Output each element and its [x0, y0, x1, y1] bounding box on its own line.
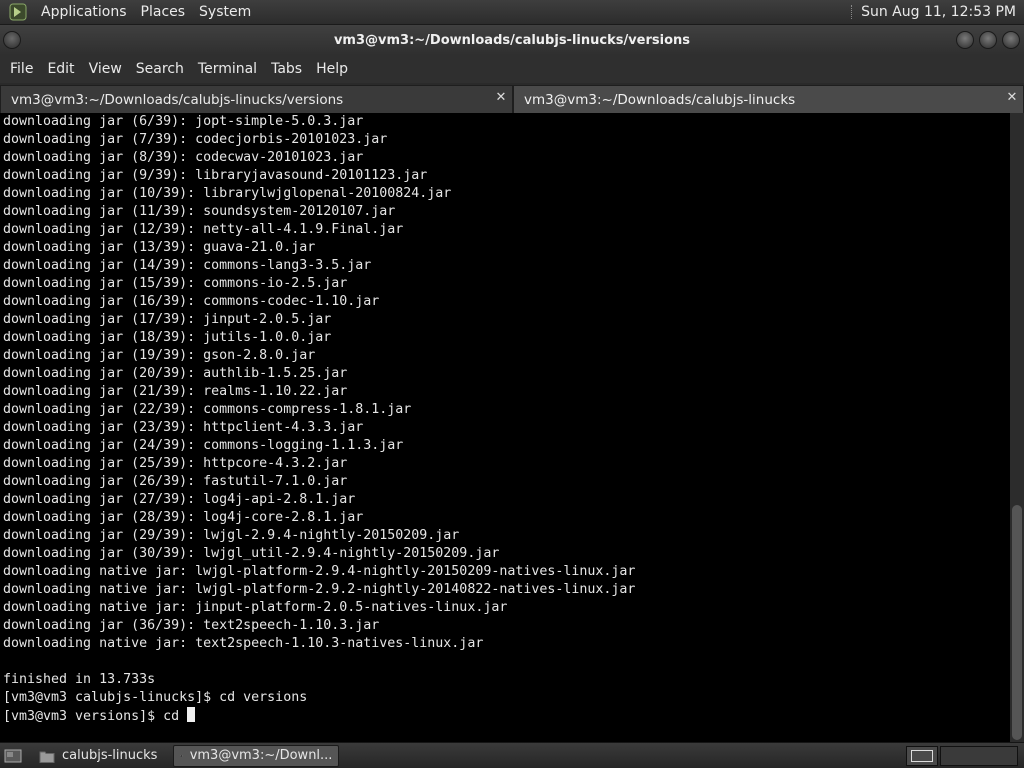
menu-tabs[interactable]: Tabs: [264, 55, 309, 83]
menu-view[interactable]: View: [82, 55, 129, 83]
terminal-line: downloading jar (17/39): jinput-2.0.5.ja…: [3, 312, 332, 327]
terminal-line: downloading jar (9/39): libraryjavasound…: [3, 168, 428, 183]
menu-file[interactable]: File: [3, 55, 40, 83]
top-panel: Applications Places System Sun Aug 11, 1…: [0, 0, 1024, 25]
terminal-cursor: [187, 707, 196, 722]
menu-help[interactable]: Help: [309, 55, 355, 83]
terminal-line: downloading jar (11/39): soundsystem-201…: [3, 204, 396, 219]
window-title: vm3@vm3:~/Downloads/calubjs-linucks/vers…: [333, 32, 691, 48]
menubar: File Edit View Search Terminal Tabs Help: [0, 55, 1024, 83]
workspace-switcher-2[interactable]: [940, 746, 1018, 766]
terminal-line: downloading native jar: text2speech-1.10…: [3, 636, 484, 651]
places-menu[interactable]: Places: [134, 0, 193, 25]
terminal-line: downloading jar (23/39): httpclient-4.3.…: [3, 420, 364, 435]
panel-separator: [851, 5, 857, 19]
tab-close-icon[interactable]: ✕: [1005, 91, 1019, 105]
terminal-line: downloading jar (25/39): httpcore-4.3.2.…: [3, 456, 348, 471]
window-titlebar[interactable]: vm3@vm3:~/Downloads/calubjs-linucks/vers…: [0, 25, 1024, 55]
taskbar-item-folder[interactable]: calubjs-linucks: [33, 745, 163, 767]
maximize-button[interactable]: [979, 31, 997, 49]
menu-search[interactable]: Search: [129, 55, 191, 83]
terminal-line: downloading jar (18/39): jutils-1.0.0.ja…: [3, 330, 332, 345]
terminal-prompt: [vm3@vm3 versions]$ cd: [3, 709, 188, 724]
terminal-line: downloading jar (36/39): text2speech-1.1…: [3, 618, 380, 633]
close-window-button[interactable]: [1002, 31, 1020, 49]
terminal-line: downloading jar (20/39): authlib-1.5.25.…: [3, 366, 348, 381]
system-menu[interactable]: System: [192, 0, 258, 25]
workspace-window-preview: [911, 750, 933, 762]
terminal-line: downloading jar (10/39): librarylwjglope…: [3, 186, 452, 201]
terminal-line: finished in 13.733s: [3, 672, 156, 687]
workspace-switcher-1[interactable]: [906, 746, 938, 766]
tab-label: vm3@vm3:~/Downloads/calubjs-linucks: [524, 91, 796, 108]
terminal-line: downloading jar (6/39): jopt-simple-5.0.…: [3, 114, 364, 129]
terminal-line: downloading jar (22/39): commons-compres…: [3, 402, 412, 417]
tab-label: vm3@vm3:~/Downloads/calubjs-linucks/vers…: [11, 91, 344, 108]
taskbar-label: calubjs-linucks: [62, 748, 158, 763]
terminal-line: downloading jar (8/39): codecwav-2010102…: [3, 150, 364, 165]
taskbar-item-terminal[interactable]: vm3@vm3:~/Downl...: [173, 744, 340, 767]
bottom-panel: calubjs-linucks vm3@vm3:~/Downl...: [0, 742, 1024, 768]
terminal-line: downloading native jar: lwjgl-platform-2…: [3, 582, 636, 597]
terminal-line: downloading native jar: jinput-platform-…: [3, 600, 508, 615]
terminal-line: downloading jar (14/39): commons-lang3-3…: [3, 258, 372, 273]
terminal-line: [vm3@vm3 calubjs-linucks]$ cd versions: [3, 690, 308, 705]
terminal-line: downloading jar (21/39): realms-1.10.22.…: [3, 384, 348, 399]
tab-versions[interactable]: vm3@vm3:~/Downloads/calubjs-linucks/vers…: [0, 85, 513, 113]
taskbar-label: vm3@vm3:~/Downl...: [189, 748, 333, 763]
terminal-output[interactable]: downloading jar (6/39): jopt-simple-5.0.…: [0, 113, 1010, 742]
terminal-line: downloading jar (30/39): lwjgl_util-2.9.…: [3, 546, 500, 561]
terminal-line: downloading jar (28/39): log4j-core-2.8.…: [3, 510, 364, 525]
terminal-prompt-line[interactable]: [vm3@vm3 versions]$ cd: [0, 707, 1010, 725]
terminal-line: downloading jar (29/39): lwjgl-2.9.4-nig…: [3, 528, 460, 543]
terminal-line: downloading native jar: lwjgl-platform-2…: [3, 564, 636, 579]
terminal-line: downloading jar (16/39): commons-codec-1…: [3, 294, 380, 309]
terminal-line: downloading jar (26/39): fastutil-7.1.0.…: [3, 474, 348, 489]
applications-menu[interactable]: Applications: [34, 0, 134, 25]
menu-terminal[interactable]: Terminal: [191, 55, 264, 83]
panel-clock[interactable]: Sun Aug 11, 12:53 PM: [861, 4, 1024, 20]
terminal-line: downloading jar (19/39): gson-2.8.0.jar: [3, 348, 316, 363]
menu-edit[interactable]: Edit: [40, 55, 81, 83]
tab-calubjs-linucks[interactable]: vm3@vm3:~/Downloads/calubjs-linucks ✕: [513, 85, 1024, 113]
terminal-scrollbar[interactable]: [1010, 113, 1024, 742]
terminal-line: downloading jar (24/39): commons-logging…: [3, 438, 404, 453]
minimize-button[interactable]: [956, 31, 974, 49]
terminal-line: downloading jar (13/39): guava-21.0.jar: [3, 240, 316, 255]
folder-icon: [39, 751, 55, 763]
terminal-line: downloading jar (27/39): log4j-api-2.8.1…: [3, 492, 356, 507]
terminal-line: downloading jar (7/39): codecjorbis-2010…: [3, 132, 388, 147]
tab-close-icon[interactable]: ✕: [494, 91, 508, 105]
app-logo-icon[interactable]: [8, 2, 28, 22]
terminal-icon: [180, 754, 183, 757]
terminal-line: downloading jar (15/39): commons-io-2.5.…: [3, 276, 348, 291]
show-desktop-icon[interactable]: [3, 747, 23, 765]
window-menu-button[interactable]: [3, 31, 21, 49]
scrollbar-thumb[interactable]: [1012, 505, 1022, 740]
tab-bar: vm3@vm3:~/Downloads/calubjs-linucks/vers…: [0, 83, 1024, 113]
terminal-line: downloading jar (12/39): netty-all-4.1.9…: [3, 222, 404, 237]
